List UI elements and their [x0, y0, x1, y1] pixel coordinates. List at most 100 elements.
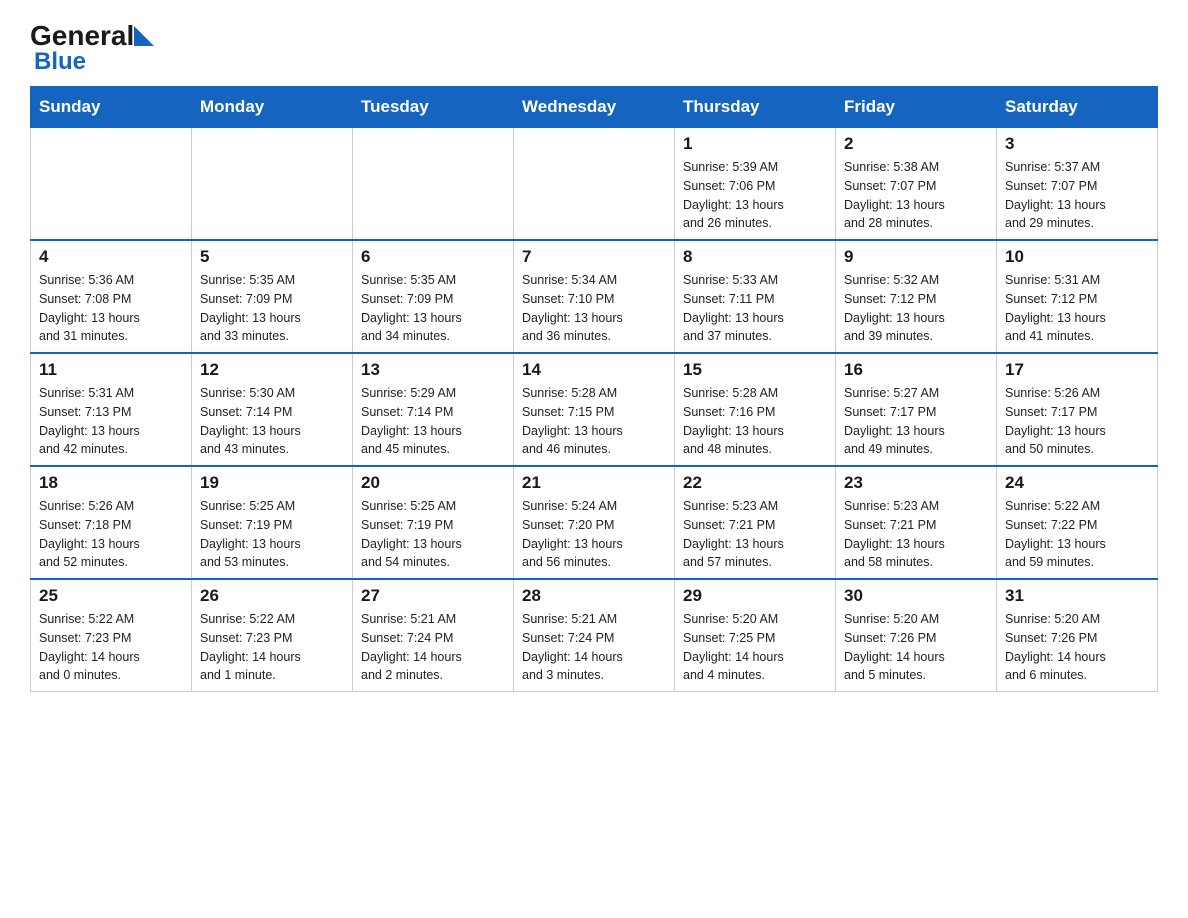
- calendar-cell: 9 Sunrise: 5:32 AM Sunset: 7:12 PM Daylig…: [836, 240, 997, 353]
- day-info: Sunrise: 5:28 AM Sunset: 7:15 PM Dayligh…: [522, 384, 666, 459]
- page-header: General Blue: [30, 20, 1158, 76]
- calendar-cell: 27Sunrise: 5:21 AM Sunset: 7:24 PM Dayli…: [353, 579, 514, 692]
- day-number: 16: [844, 360, 988, 380]
- calendar-header-row: SundayMondayTuesdayWednesdayThursdayFrid…: [31, 87, 1158, 128]
- calendar-cell: 29 Sunrise: 5:20 AM Sunset: 7:25 PM Dayli…: [675, 579, 836, 692]
- day-info: Sunrise: 5:32 AM Sunset: 7:12 PM Dayligh…: [844, 271, 988, 346]
- calendar-cell: 26 Sunrise: 5:22 AM Sunset: 7:23 PM Dayli…: [192, 579, 353, 692]
- calendar-cell: 15 Sunrise: 5:28 AM Sunset: 7:16 PM Dayli…: [675, 353, 836, 466]
- calendar-header-sunday: Sunday: [31, 87, 192, 128]
- day-info: Sunrise: 5:21 AM Sunset: 7:24 PM Dayligh…: [361, 610, 505, 685]
- day-number: 2: [844, 134, 988, 154]
- day-info: Sunrise: 5:20 AM Sunset: 7:26 PM Dayligh…: [844, 610, 988, 685]
- calendar-header-monday: Monday: [192, 87, 353, 128]
- day-number: 4: [39, 247, 183, 267]
- day-number: 28: [522, 586, 666, 606]
- calendar-cell: 6 Sunrise: 5:35 AM Sunset: 7:09 PM Daylig…: [353, 240, 514, 353]
- calendar-header-tuesday: Tuesday: [353, 87, 514, 128]
- calendar-cell: 1 Sunrise: 5:39 AM Sunset: 7:06 PM Daylig…: [675, 128, 836, 241]
- day-number: 3: [1005, 134, 1149, 154]
- day-number: 29: [683, 586, 827, 606]
- day-number: 7: [522, 247, 666, 267]
- day-number: 9: [844, 247, 988, 267]
- calendar-cell: 11 Sunrise: 5:31 AM Sunset: 7:13 PM Dayli…: [31, 353, 192, 466]
- day-info: Sunrise: 5:37 AM Sunset: 7:07 PM Dayligh…: [1005, 158, 1149, 233]
- calendar-cell: 7 Sunrise: 5:34 AM Sunset: 7:10 PM Daylig…: [514, 240, 675, 353]
- day-info: Sunrise: 5:23 AM Sunset: 7:21 PM Dayligh…: [844, 497, 988, 572]
- logo-blue-line: Blue: [30, 48, 86, 76]
- day-number: 24: [1005, 473, 1149, 493]
- day-info: Sunrise: 5:30 AM Sunset: 7:14 PM Dayligh…: [200, 384, 344, 459]
- day-number: 25: [39, 586, 183, 606]
- calendar-cell: 24 Sunrise: 5:22 AM Sunset: 7:22 PM Dayli…: [997, 466, 1158, 579]
- day-info: Sunrise: 5:31 AM Sunset: 7:13 PM Dayligh…: [39, 384, 183, 459]
- day-info: Sunrise: 5:35 AM Sunset: 7:09 PM Dayligh…: [361, 271, 505, 346]
- day-number: 14: [522, 360, 666, 380]
- calendar-cell: 21Sunrise: 5:24 AM Sunset: 7:20 PM Dayli…: [514, 466, 675, 579]
- day-info: Sunrise: 5:20 AM Sunset: 7:26 PM Dayligh…: [1005, 610, 1149, 685]
- day-number: 15: [683, 360, 827, 380]
- calendar-cell: 18 Sunrise: 5:26 AM Sunset: 7:18 PM Dayli…: [31, 466, 192, 579]
- calendar-table: SundayMondayTuesdayWednesdayThursdayFrid…: [30, 86, 1158, 692]
- day-number: 12: [200, 360, 344, 380]
- day-info: Sunrise: 5:26 AM Sunset: 7:18 PM Dayligh…: [39, 497, 183, 572]
- day-info: Sunrise: 5:22 AM Sunset: 7:23 PM Dayligh…: [200, 610, 344, 685]
- calendar-cell: 16 Sunrise: 5:27 AM Sunset: 7:17 PM Dayli…: [836, 353, 997, 466]
- day-number: 20: [361, 473, 505, 493]
- day-info: Sunrise: 5:20 AM Sunset: 7:25 PM Dayligh…: [683, 610, 827, 685]
- day-info: Sunrise: 5:39 AM Sunset: 7:06 PM Dayligh…: [683, 158, 827, 233]
- day-info: Sunrise: 5:22 AM Sunset: 7:23 PM Dayligh…: [39, 610, 183, 685]
- day-info: Sunrise: 5:27 AM Sunset: 7:17 PM Dayligh…: [844, 384, 988, 459]
- calendar-cell: [31, 128, 192, 241]
- day-number: 26: [200, 586, 344, 606]
- day-number: 18: [39, 473, 183, 493]
- day-number: 23: [844, 473, 988, 493]
- calendar-cell: 14 Sunrise: 5:28 AM Sunset: 7:15 PM Dayli…: [514, 353, 675, 466]
- calendar-header-thursday: Thursday: [675, 87, 836, 128]
- calendar-header-wednesday: Wednesday: [514, 87, 675, 128]
- day-number: 31: [1005, 586, 1149, 606]
- day-info: Sunrise: 5:28 AM Sunset: 7:16 PM Dayligh…: [683, 384, 827, 459]
- day-info: Sunrise: 5:23 AM Sunset: 7:21 PM Dayligh…: [683, 497, 827, 572]
- day-info: Sunrise: 5:36 AM Sunset: 7:08 PM Dayligh…: [39, 271, 183, 346]
- calendar-week-1: 1 Sunrise: 5:39 AM Sunset: 7:06 PM Daylig…: [31, 128, 1158, 241]
- day-info: Sunrise: 5:24 AM Sunset: 7:20 PM Dayligh…: [522, 497, 666, 572]
- calendar-header-saturday: Saturday: [997, 87, 1158, 128]
- logo: General Blue: [30, 20, 154, 76]
- day-info: Sunrise: 5:29 AM Sunset: 7:14 PM Dayligh…: [361, 384, 505, 459]
- day-number: 10: [1005, 247, 1149, 267]
- calendar-cell: [192, 128, 353, 241]
- calendar-week-2: 4 Sunrise: 5:36 AM Sunset: 7:08 PM Daylig…: [31, 240, 1158, 353]
- calendar-week-5: 25 Sunrise: 5:22 AM Sunset: 7:23 PM Dayli…: [31, 579, 1158, 692]
- calendar-cell: 13 Sunrise: 5:29 AM Sunset: 7:14 PM Dayli…: [353, 353, 514, 466]
- day-info: Sunrise: 5:21 AM Sunset: 7:24 PM Dayligh…: [522, 610, 666, 685]
- calendar-cell: 22 Sunrise: 5:23 AM Sunset: 7:21 PM Dayli…: [675, 466, 836, 579]
- calendar-cell: 30Sunrise: 5:20 AM Sunset: 7:26 PM Dayli…: [836, 579, 997, 692]
- calendar-cell: 20Sunrise: 5:25 AM Sunset: 7:19 PM Dayli…: [353, 466, 514, 579]
- calendar-cell: 10Sunrise: 5:31 AM Sunset: 7:12 PM Dayli…: [997, 240, 1158, 353]
- day-number: 17: [1005, 360, 1149, 380]
- day-number: 6: [361, 247, 505, 267]
- calendar-cell: 23 Sunrise: 5:23 AM Sunset: 7:21 PM Dayli…: [836, 466, 997, 579]
- calendar-cell: 5Sunrise: 5:35 AM Sunset: 7:09 PM Daylig…: [192, 240, 353, 353]
- day-info: Sunrise: 5:25 AM Sunset: 7:19 PM Dayligh…: [200, 497, 344, 572]
- calendar-week-4: 18 Sunrise: 5:26 AM Sunset: 7:18 PM Dayli…: [31, 466, 1158, 579]
- calendar-cell: 2Sunrise: 5:38 AM Sunset: 7:07 PM Daylig…: [836, 128, 997, 241]
- day-number: 22: [683, 473, 827, 493]
- day-number: 8: [683, 247, 827, 267]
- calendar-week-3: 11 Sunrise: 5:31 AM Sunset: 7:13 PM Dayli…: [31, 353, 1158, 466]
- day-info: Sunrise: 5:22 AM Sunset: 7:22 PM Dayligh…: [1005, 497, 1149, 572]
- calendar-cell: 17 Sunrise: 5:26 AM Sunset: 7:17 PM Dayli…: [997, 353, 1158, 466]
- day-info: Sunrise: 5:26 AM Sunset: 7:17 PM Dayligh…: [1005, 384, 1149, 459]
- day-info: Sunrise: 5:34 AM Sunset: 7:10 PM Dayligh…: [522, 271, 666, 346]
- calendar-cell: 3 Sunrise: 5:37 AM Sunset: 7:07 PM Daylig…: [997, 128, 1158, 241]
- day-number: 5: [200, 247, 344, 267]
- calendar-cell: 8Sunrise: 5:33 AM Sunset: 7:11 PM Daylig…: [675, 240, 836, 353]
- day-number: 11: [39, 360, 183, 380]
- calendar-cell: 19Sunrise: 5:25 AM Sunset: 7:19 PM Dayli…: [192, 466, 353, 579]
- day-number: 13: [361, 360, 505, 380]
- calendar-cell: 12 Sunrise: 5:30 AM Sunset: 7:14 PM Dayli…: [192, 353, 353, 466]
- calendar-cell: [353, 128, 514, 241]
- day-number: 1: [683, 134, 827, 154]
- calendar-cell: 4 Sunrise: 5:36 AM Sunset: 7:08 PM Daylig…: [31, 240, 192, 353]
